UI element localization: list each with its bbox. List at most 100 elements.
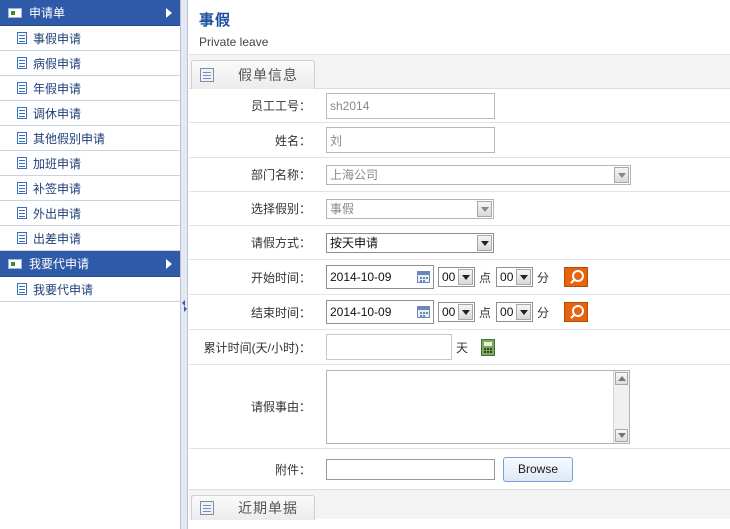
sidebar-item-other-leave[interactable]: 其他假别申请 (0, 126, 180, 151)
chevron-right-icon (166, 259, 172, 269)
row-end-time: 结束时间： 2014-10-09 00 点 00 分 (189, 295, 730, 330)
duration-input[interactable] (326, 334, 452, 360)
row-start-time: 开始时间： 2014-10-09 00 点 00 分 (189, 260, 730, 295)
calendar-icon[interactable] (417, 306, 430, 318)
sidebar-item-business-trip[interactable]: 出差申请 (0, 226, 180, 251)
sidebar-item-overtime[interactable]: 加班申请 (0, 151, 180, 176)
row-name: 姓名： 刘 (189, 123, 730, 158)
sidebar-item-annual-leave[interactable]: 年假申请 (0, 76, 180, 101)
section-title: 近期单据 (238, 500, 298, 516)
browse-button[interactable]: Browse (503, 456, 573, 482)
end-hour-value: 00 (442, 305, 456, 319)
app-window: 申请单 事假申请 病假申请 年假申请 调休申请 其他假别申请 加班申请 补签申请… (0, 0, 730, 529)
department-label: 部门名称： (250, 168, 311, 182)
sidebar-item-outing[interactable]: 外出申请 (0, 201, 180, 226)
sidebar-item-sick-leave[interactable]: 病假申请 (0, 51, 180, 76)
end-date-value: 2014-10-09 (330, 305, 392, 319)
group-icon (8, 258, 22, 269)
document-icon (17, 57, 27, 69)
tab-recent-documents[interactable]: 近期单据 (191, 495, 315, 520)
group-icon (8, 7, 22, 18)
minute-unit-label: 分 (537, 305, 550, 320)
employee-id-field[interactable]: sh2014 (326, 92, 495, 119)
end-minute-select[interactable]: 00 (496, 302, 534, 322)
attachment-label: 附件： (274, 462, 311, 477)
document-icon (17, 283, 27, 295)
attachment-path-input[interactable] (326, 458, 495, 480)
section-title: 假单信息 (238, 67, 298, 83)
sidebar-item-compensatory-leave[interactable]: 调休申请 (0, 101, 180, 126)
reason-textarea[interactable] (326, 369, 630, 444)
page-header: 事假 Private leave (189, 0, 730, 55)
leave-type-value: 事假 (330, 202, 355, 216)
tab-leave-info[interactable]: 假单信息 (191, 60, 315, 89)
sidebar-group-proxy[interactable]: 我要代申请 (0, 251, 180, 277)
chevron-right-icon (166, 8, 172, 18)
sidebar-item-personal-leave[interactable]: 事假申请 (0, 26, 180, 51)
sidebar-item-label: 年假申请 (33, 81, 82, 96)
reason-scrollbar[interactable] (613, 370, 629, 443)
start-minute-value: 00 (500, 270, 514, 284)
row-leave-method: 请假方式： 按天申请 (189, 226, 730, 260)
sidebar-item-label: 调休申请 (33, 106, 82, 121)
end-hour-select[interactable]: 00 (438, 302, 475, 322)
sidebar-item-label: 外出申请 (33, 206, 82, 221)
employee-id-value: sh2014 (330, 98, 370, 113)
section-recent-documents: 近期单据 (189, 489, 730, 520)
sidebar-item-label: 事假申请 (33, 31, 82, 46)
hour-unit-label: 点 (479, 305, 492, 320)
chevron-down-icon (458, 269, 473, 285)
main-content: 事假 Private leave 假单信息 员工工号： sh2014 姓名： 刘… (189, 0, 730, 529)
department-select[interactable]: 上海公司 (326, 164, 631, 185)
leave-method-select[interactable]: 按天申请 (326, 232, 494, 253)
chevron-down-icon (614, 166, 629, 183)
document-icon (17, 82, 27, 94)
search-icon[interactable] (564, 267, 589, 287)
document-icon (17, 157, 27, 169)
collapse-toggle-icon[interactable] (182, 298, 187, 312)
chevron-down-icon (458, 304, 473, 320)
end-date-input[interactable]: 2014-10-09 (326, 300, 434, 324)
name-field[interactable]: 刘 (326, 127, 495, 153)
department-value: 上海公司 (330, 168, 379, 182)
start-minute-select[interactable]: 00 (496, 267, 534, 287)
sidebar-group-title: 我要代申请 (29, 257, 90, 271)
sidebar-item-proxy-apply[interactable]: 我要代申请 (0, 277, 180, 302)
row-department: 部门名称： 上海公司 (189, 158, 730, 192)
chevron-down-icon (477, 234, 492, 251)
row-attachment: 附件： Browse (189, 449, 730, 489)
document-icon (17, 132, 27, 144)
end-minute-value: 00 (500, 305, 514, 319)
start-hour-select[interactable]: 00 (438, 267, 475, 287)
row-duration: 累计时间(天/小时)： 天 (189, 330, 730, 365)
page-subtitle: Private leave (199, 35, 269, 49)
sidebar: 申请单 事假申请 病假申请 年假申请 调休申请 其他假别申请 加班申请 补签申请… (0, 0, 180, 529)
sidebar-item-attendance-correction[interactable]: 补签申请 (0, 176, 180, 201)
minute-unit-label: 分 (537, 270, 550, 285)
calculator-icon[interactable] (481, 338, 496, 356)
scroll-down-icon[interactable] (615, 428, 628, 442)
document-icon (17, 182, 27, 194)
end-time-label: 结束时间： (250, 305, 311, 320)
leave-type-label: 选择假别： (250, 202, 311, 216)
leave-type-select[interactable]: 事假 (326, 198, 494, 219)
sidebar-item-label: 加班申请 (33, 156, 82, 171)
calendar-icon[interactable] (417, 271, 430, 283)
row-employee-id: 员工工号： sh2014 (189, 89, 730, 123)
row-reason: 请假事由： (189, 365, 730, 449)
document-icon (17, 207, 27, 219)
sidebar-splitter[interactable] (180, 0, 188, 529)
hour-unit-label: 点 (479, 270, 492, 285)
start-date-input[interactable]: 2014-10-09 (326, 265, 434, 289)
reason-label: 请假事由： (250, 400, 311, 414)
sidebar-group-title: 申请单 (29, 6, 66, 20)
sidebar-item-label: 出差申请 (33, 231, 82, 246)
section-leave-info: 假单信息 (189, 55, 730, 89)
leave-method-value: 按天申请 (330, 236, 379, 250)
sidebar-group-apply[interactable]: 申请单 (0, 0, 180, 26)
name-label: 姓名： (274, 133, 311, 148)
scroll-up-icon[interactable] (615, 371, 628, 385)
duration-label: 累计时间(天/小时)： (203, 340, 311, 355)
row-leave-type: 选择假别： 事假 (189, 192, 730, 226)
search-icon[interactable] (564, 302, 589, 322)
